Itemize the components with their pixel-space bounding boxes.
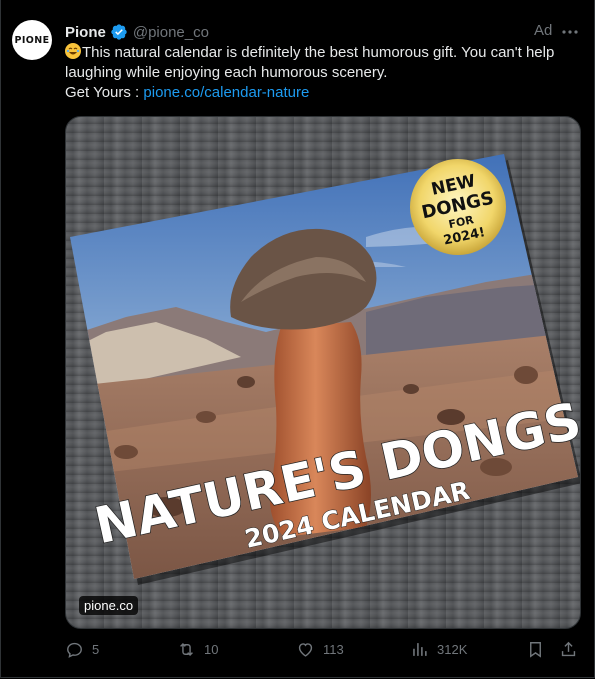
repost-icon xyxy=(180,642,193,657)
tweet-actions: 5 10 113 312K xyxy=(65,640,579,662)
calendar-image: NEW DONGS FOR 2024! NATURE'S DONGS 2024 … xyxy=(70,154,580,585)
bookmark-icon xyxy=(530,642,541,658)
more-options-icon[interactable] xyxy=(559,22,581,42)
views-button[interactable]: 312K xyxy=(410,640,467,659)
author-name[interactable]: Pione xyxy=(65,24,106,41)
reply-count: 5 xyxy=(92,642,100,657)
share-icon xyxy=(561,641,576,657)
repost-button[interactable]: 10 xyxy=(177,640,218,659)
repost-count: 10 xyxy=(204,642,219,657)
heart-icon xyxy=(298,643,313,657)
views-count: 312K xyxy=(437,642,468,657)
get-yours-label: Get Yours : xyxy=(65,84,140,101)
tweet-card[interactable]: PIONE Pione @pione_co Ad This natural ca… xyxy=(0,0,595,678)
bookmark-button[interactable] xyxy=(526,640,545,659)
tweet-text: This natural calendar is definitely the … xyxy=(65,43,575,103)
reply-button[interactable]: 5 xyxy=(65,640,99,659)
avatar[interactable]: PIONE xyxy=(12,20,52,60)
like-button[interactable]: 113 xyxy=(296,640,344,659)
tweet-header: Pione @pione_co xyxy=(65,22,209,42)
ad-label: Ad xyxy=(534,22,553,39)
tweet-link[interactable]: pione.co/calendar-nature xyxy=(143,84,309,101)
avatar-logo-text: PIONE xyxy=(14,34,50,46)
rofl-emoji-icon xyxy=(65,43,81,59)
reply-icon xyxy=(67,642,82,658)
like-count: 113 xyxy=(323,642,344,657)
media-source-label[interactable]: pione.co xyxy=(79,596,139,615)
tweet-body: This natural calendar is definitely the … xyxy=(65,44,555,81)
share-button[interactable] xyxy=(559,640,578,659)
tweet-media[interactable]: NEW DONGS FOR 2024! NATURE'S DONGS 2024 … xyxy=(65,116,581,629)
verified-badge-icon xyxy=(111,24,127,40)
views-chart-icon xyxy=(413,643,427,656)
author-handle[interactable]: @pione_co xyxy=(133,24,209,41)
